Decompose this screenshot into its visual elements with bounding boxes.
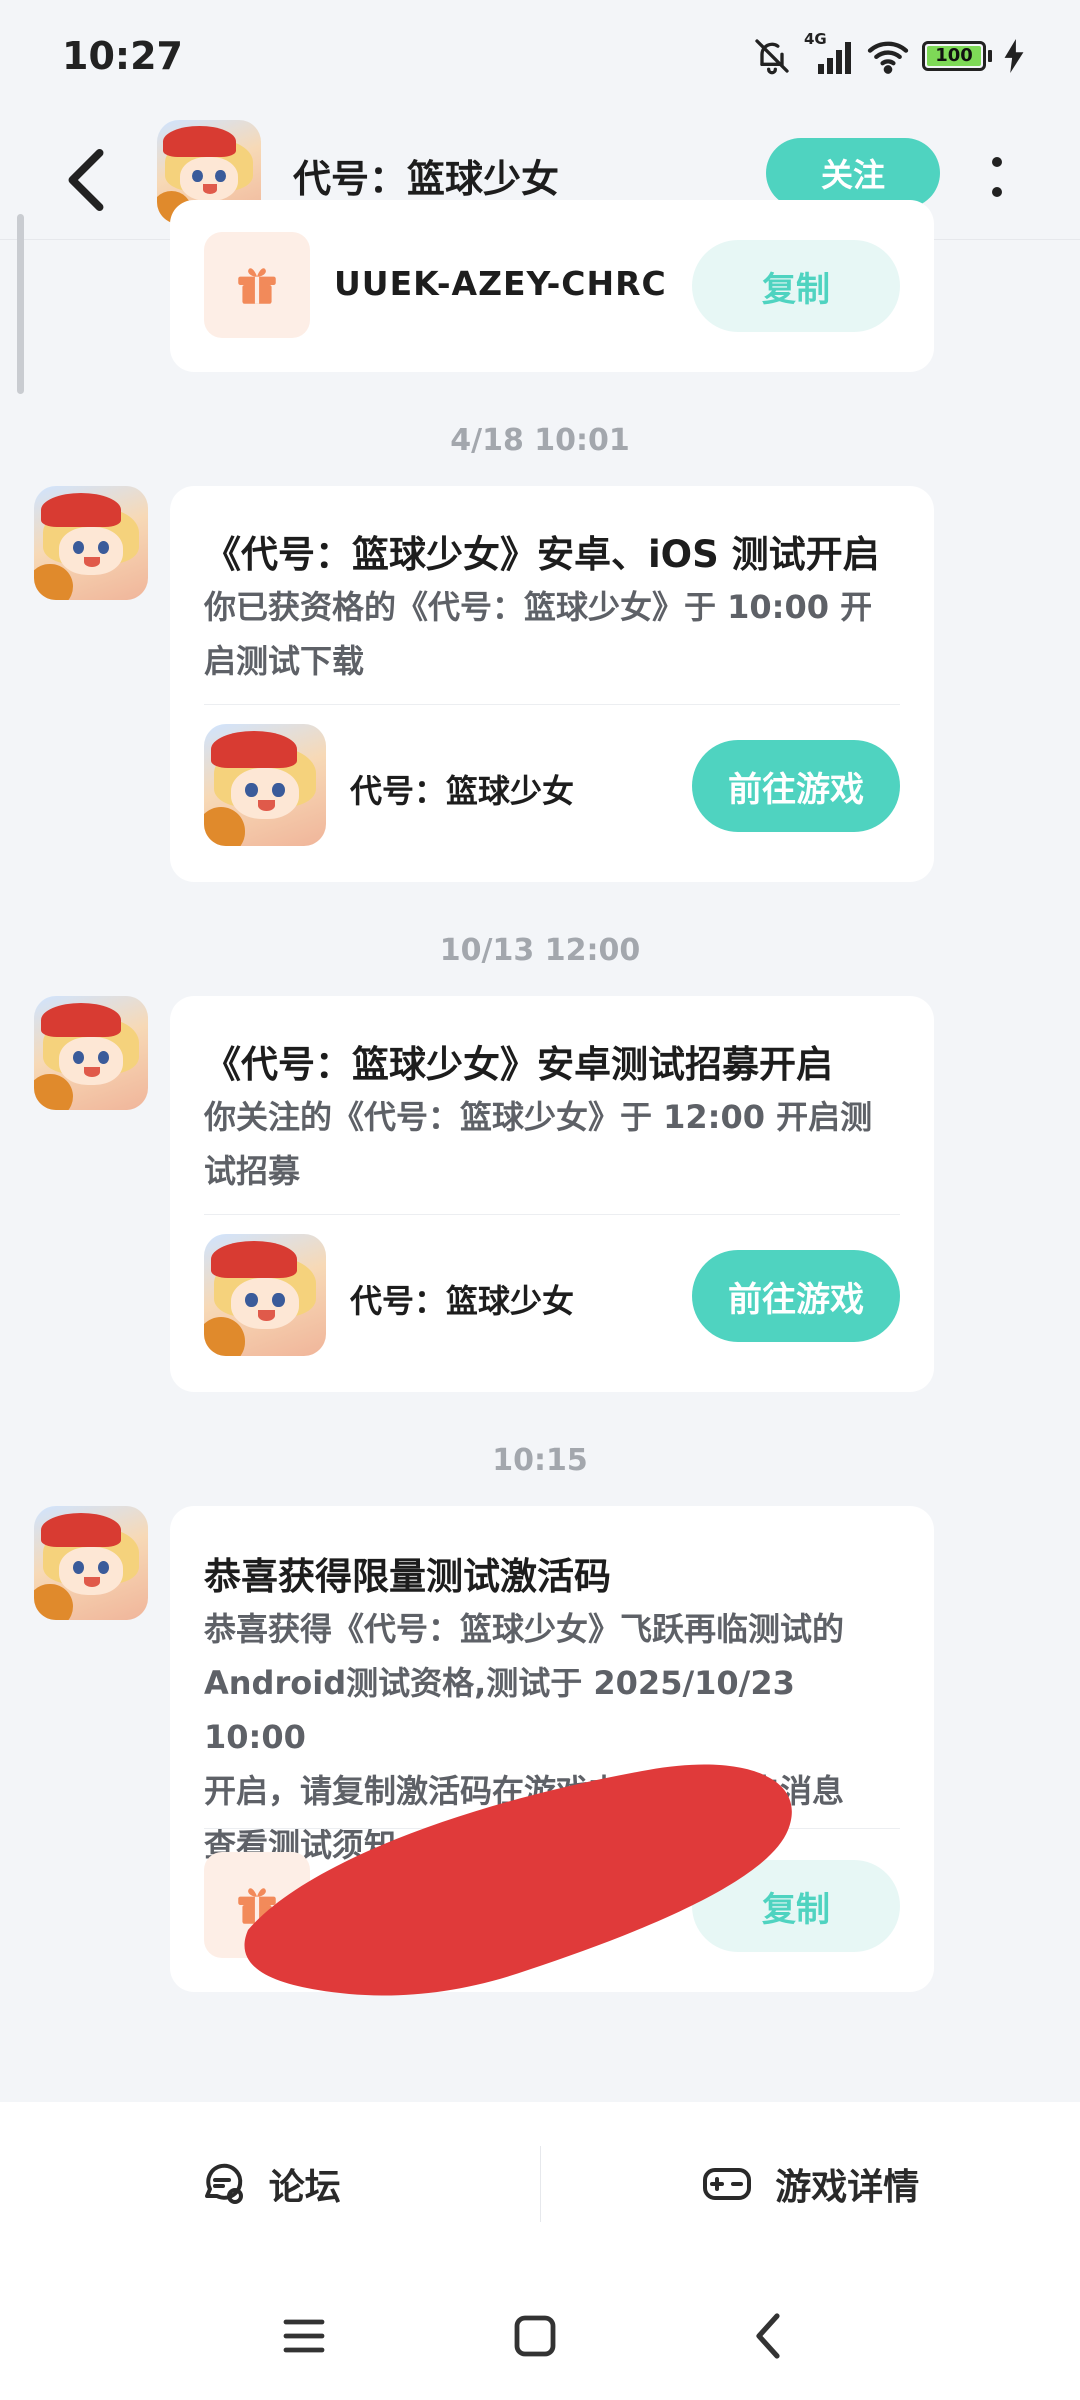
status-time: 10:27 (62, 34, 183, 78)
charging-icon (1004, 39, 1024, 73)
status-bar: 10:27 4G 100 (0, 0, 1080, 118)
gamepad-icon (703, 2168, 752, 2200)
more-button[interactable] (972, 142, 1022, 212)
go-to-game-button[interactable]: 前往游戏 (692, 1250, 900, 1342)
back-icon (68, 148, 104, 212)
sender-avatar[interactable] (34, 486, 148, 600)
signal-icon: 4G (804, 30, 854, 76)
tab-game-details-label: 游戏详情 (775, 2167, 920, 2208)
game-name: 代号：篮球少女 (350, 1282, 575, 1320)
message-card[interactable]: 《代号：篮球少女》安卓测试招募开启 你关注的《代号：篮球少女》于 12:00 开… (170, 996, 934, 1392)
home-icon (514, 2315, 556, 2357)
gift-box (204, 232, 310, 338)
menu-icon (283, 2319, 325, 2353)
tab-forum-label: 论坛 (268, 2167, 341, 2208)
status-icons: 4G 100 (752, 30, 1024, 76)
bell-off-icon (755, 39, 789, 75)
battery-icon: 100 (922, 41, 992, 71)
message-body-line: 恭喜获得《代号：篮球少女》飞跃再临测试的 (204, 1610, 845, 1648)
page-title: 代号：篮球少女 (293, 157, 560, 201)
forum-icon (204, 2163, 243, 2204)
scrollbar[interactable] (17, 214, 24, 394)
system-nav-bar (0, 2266, 1080, 2400)
back-button[interactable] (56, 140, 116, 220)
game-name: 代号：篮球少女 (350, 772, 575, 810)
message-card[interactable]: 《代号：篮球少女》安卓、iOS 测试开启 你已获资格的《代号：篮球少女》于 10… (170, 486, 934, 882)
back-nav-button[interactable] (728, 2296, 808, 2376)
message-title: 恭喜获得限量测试激活码 (204, 1555, 611, 1598)
divider (204, 704, 900, 705)
bottom-tab-bar: 论坛 游戏详情 (0, 2102, 1080, 2266)
code-card[interactable]: UUEK-AZEY-CHRC 复制 (170, 200, 934, 372)
more-icon (992, 157, 1002, 167)
back-nav-icon (756, 2313, 780, 2359)
redaction-mark (244, 1764, 792, 1996)
message-title: 《代号：篮球少女》安卓、iOS 测试开启 (204, 533, 880, 576)
follow-button[interactable]: 关注 (766, 138, 940, 208)
wifi-icon (867, 41, 909, 74)
copy-button[interactable]: 复制 (692, 240, 900, 332)
game-icon[interactable] (204, 724, 326, 846)
message-title: 《代号：篮球少女》安卓测试招募开启 (204, 1043, 833, 1086)
message-body: 你已获资格的《代号：篮球少女》于 10:00 开启测试下载 (204, 588, 873, 680)
go-to-game-button[interactable]: 前往游戏 (692, 740, 900, 832)
battery-level: 100 (927, 46, 981, 66)
menu-button[interactable] (264, 2296, 344, 2376)
message-body: 你关注的《代号：篮球少女》于 12:00 开启测试招募 (204, 1098, 873, 1190)
gift-icon (238, 268, 276, 304)
divider (204, 1214, 900, 1215)
home-button[interactable] (495, 2296, 575, 2376)
message-timestamp: 4/18 10:01 (450, 423, 630, 458)
tab-game-details[interactable]: 游戏详情 (541, 2102, 1080, 2266)
game-icon[interactable] (204, 1234, 326, 1356)
message-timestamp: 10/13 12:00 (439, 933, 641, 968)
sender-avatar[interactable] (34, 1506, 148, 1620)
tab-forum[interactable]: 论坛 (0, 2102, 540, 2266)
activation-code: UUEK-AZEY-CHRC (334, 264, 667, 303)
message-timestamp: 10:15 (492, 1443, 588, 1478)
sender-avatar[interactable] (34, 996, 148, 1110)
